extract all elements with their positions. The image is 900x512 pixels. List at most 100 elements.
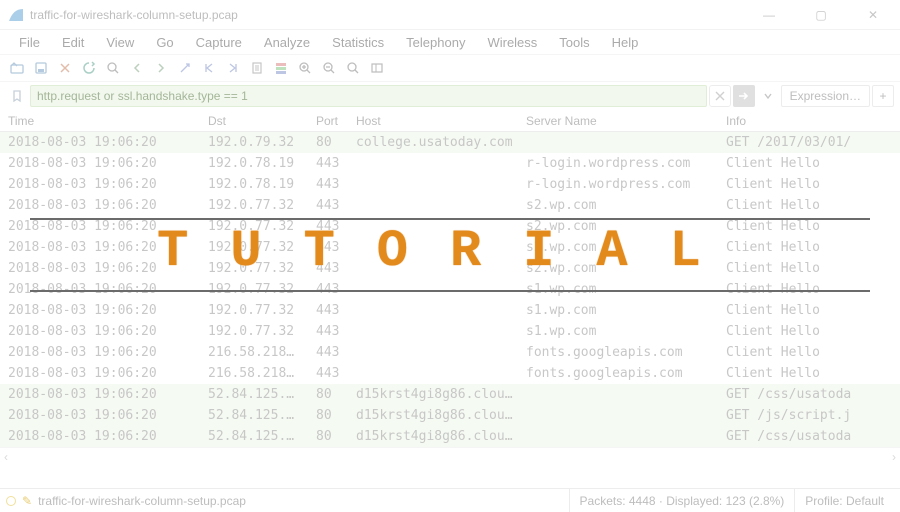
- find-icon[interactable]: [102, 57, 124, 79]
- cell-time: 2018-08-03 19:06:20: [8, 345, 208, 360]
- save-icon[interactable]: [30, 57, 52, 79]
- cell-dst: 192.0.77.32: [208, 282, 316, 297]
- packet-list[interactable]: 2018-08-03 19:06:20192.0.79.3280college.…: [0, 132, 900, 447]
- edit-icon[interactable]: ✎: [22, 494, 32, 508]
- cell-info: Client Hello: [726, 303, 900, 318]
- cell-host: college.usatoday.com: [356, 135, 526, 150]
- cell-time: 2018-08-03 19:06:20: [8, 408, 208, 423]
- bookmark-icon[interactable]: [6, 85, 28, 107]
- cell-srv: s1.wp.com: [526, 324, 726, 339]
- filter-text: http.request or ssl.handshake.type == 1: [37, 89, 248, 103]
- cell-dst: 192.0.77.32: [208, 303, 316, 318]
- close-file-icon[interactable]: [54, 57, 76, 79]
- menu-capture[interactable]: Capture: [185, 32, 253, 53]
- add-filter-button[interactable]: +: [872, 85, 894, 107]
- display-filter-input[interactable]: http.request or ssl.handshake.type == 1: [30, 85, 707, 107]
- col-dst[interactable]: Dst: [208, 114, 316, 128]
- menu-help[interactable]: Help: [601, 32, 650, 53]
- cell-srv: r-login.wordpress.com: [526, 177, 726, 192]
- table-row[interactable]: 2018-08-03 19:06:20192.0.77.32443s2.wp.c…: [0, 237, 900, 258]
- last-icon[interactable]: [222, 57, 244, 79]
- reload-icon[interactable]: [78, 57, 100, 79]
- cell-info: Client Hello: [726, 366, 900, 381]
- col-port[interactable]: Port: [316, 114, 356, 128]
- cell-srv: s2.wp.com: [526, 198, 726, 213]
- resize-icon[interactable]: [366, 57, 388, 79]
- menu-edit[interactable]: Edit: [51, 32, 95, 53]
- table-row[interactable]: 2018-08-03 19:06:2052.84.125.…80d15krst4…: [0, 384, 900, 405]
- table-row[interactable]: 2018-08-03 19:06:20192.0.79.3280college.…: [0, 132, 900, 153]
- col-host[interactable]: Host: [356, 114, 526, 128]
- table-row[interactable]: 2018-08-03 19:06:20192.0.77.32443s1.wp.c…: [0, 279, 900, 300]
- filter-history-icon[interactable]: [757, 85, 779, 107]
- cell-info: GET /css/usatoda: [726, 429, 900, 444]
- table-row[interactable]: 2018-08-03 19:06:20192.0.77.32443s2.wp.c…: [0, 195, 900, 216]
- expert-info-icon[interactable]: [6, 496, 16, 506]
- cell-info: Client Hello: [726, 345, 900, 360]
- table-row[interactable]: 2018-08-03 19:06:20216.58.218…443fonts.g…: [0, 363, 900, 384]
- scroll-left-icon[interactable]: ‹: [4, 450, 8, 464]
- colorize-icon[interactable]: [270, 57, 292, 79]
- first-icon[interactable]: [198, 57, 220, 79]
- filter-bar: http.request or ssl.handshake.type == 1 …: [0, 82, 900, 110]
- menu-go[interactable]: Go: [145, 32, 184, 53]
- apply-filter-icon[interactable]: [733, 85, 755, 107]
- table-row[interactable]: 2018-08-03 19:06:20192.0.78.19443r-login…: [0, 174, 900, 195]
- menu-wireless[interactable]: Wireless: [476, 32, 548, 53]
- cell-port: 443: [316, 345, 356, 360]
- table-row[interactable]: 2018-08-03 19:06:2052.84.125.…80d15krst4…: [0, 426, 900, 447]
- close-button[interactable]: ✕: [858, 4, 888, 26]
- cell-info: Client Hello: [726, 198, 900, 213]
- zoom-out-icon[interactable]: [318, 57, 340, 79]
- table-row[interactable]: 2018-08-03 19:06:20192.0.77.32443s2.wp.c…: [0, 216, 900, 237]
- menu-file[interactable]: File: [8, 32, 51, 53]
- col-srv[interactable]: Server Name: [526, 114, 726, 128]
- col-time[interactable]: Time: [8, 114, 208, 128]
- cell-time: 2018-08-03 19:06:20: [8, 156, 208, 171]
- cell-dst: 192.0.78.19: [208, 156, 316, 171]
- cell-time: 2018-08-03 19:06:20: [8, 240, 208, 255]
- table-row[interactable]: 2018-08-03 19:06:20216.58.218…443fonts.g…: [0, 342, 900, 363]
- cell-dst: 192.0.77.32: [208, 261, 316, 276]
- next-icon[interactable]: [150, 57, 172, 79]
- horizontal-scrollbar[interactable]: ‹ ›: [0, 447, 900, 465]
- cell-time: 2018-08-03 19:06:20: [8, 261, 208, 276]
- table-row[interactable]: 2018-08-03 19:06:20192.0.77.32443s2.wp.c…: [0, 258, 900, 279]
- scroll-right-icon[interactable]: ›: [892, 450, 896, 464]
- zoom-in-icon[interactable]: [294, 57, 316, 79]
- cell-port: 443: [316, 156, 356, 171]
- cell-time: 2018-08-03 19:06:20: [8, 429, 208, 444]
- minimize-button[interactable]: —: [754, 4, 784, 26]
- cell-srv: r-login.wordpress.com: [526, 156, 726, 171]
- menu-bar: File Edit View Go Capture Analyze Statis…: [0, 30, 900, 54]
- cell-time: 2018-08-03 19:06:20: [8, 135, 208, 150]
- menu-view[interactable]: View: [95, 32, 145, 53]
- menu-telephony[interactable]: Telephony: [395, 32, 476, 53]
- table-row[interactable]: 2018-08-03 19:06:20192.0.77.32443s1.wp.c…: [0, 321, 900, 342]
- table-row[interactable]: 2018-08-03 19:06:20192.0.77.32443s1.wp.c…: [0, 300, 900, 321]
- title-bar: traffic-for-wireshark-column-setup.pcap …: [0, 0, 900, 30]
- menu-tools[interactable]: Tools: [548, 32, 600, 53]
- clear-filter-icon[interactable]: [709, 85, 731, 107]
- column-headers[interactable]: Time Dst Port Host Server Name Info: [0, 110, 900, 132]
- cell-srv: s1.wp.com: [526, 282, 726, 297]
- cell-time: 2018-08-03 19:06:20: [8, 324, 208, 339]
- open-icon[interactable]: [6, 57, 28, 79]
- maximize-button[interactable]: ▢: [806, 4, 836, 26]
- cell-port: 443: [316, 240, 356, 255]
- menu-statistics[interactable]: Statistics: [321, 32, 395, 53]
- cell-dst: 192.0.77.32: [208, 219, 316, 234]
- cell-host: d15krst4gi8g86.clou…: [356, 408, 526, 423]
- expression-button[interactable]: Expression…: [781, 85, 870, 107]
- goto-icon[interactable]: [174, 57, 196, 79]
- table-row[interactable]: 2018-08-03 19:06:2052.84.125.…80d15krst4…: [0, 405, 900, 426]
- col-info[interactable]: Info: [726, 114, 900, 128]
- prev-icon[interactable]: [126, 57, 148, 79]
- cell-dst: 216.58.218…: [208, 366, 316, 381]
- zoom-reset-icon[interactable]: [342, 57, 364, 79]
- table-row[interactable]: 2018-08-03 19:06:20192.0.78.19443 r-login…: [0, 153, 900, 174]
- status-profile[interactable]: Profile: Default: [794, 489, 894, 512]
- menu-analyze[interactable]: Analyze: [253, 32, 321, 53]
- autoscroll-icon[interactable]: [246, 57, 268, 79]
- cell-port: 80: [316, 429, 356, 444]
